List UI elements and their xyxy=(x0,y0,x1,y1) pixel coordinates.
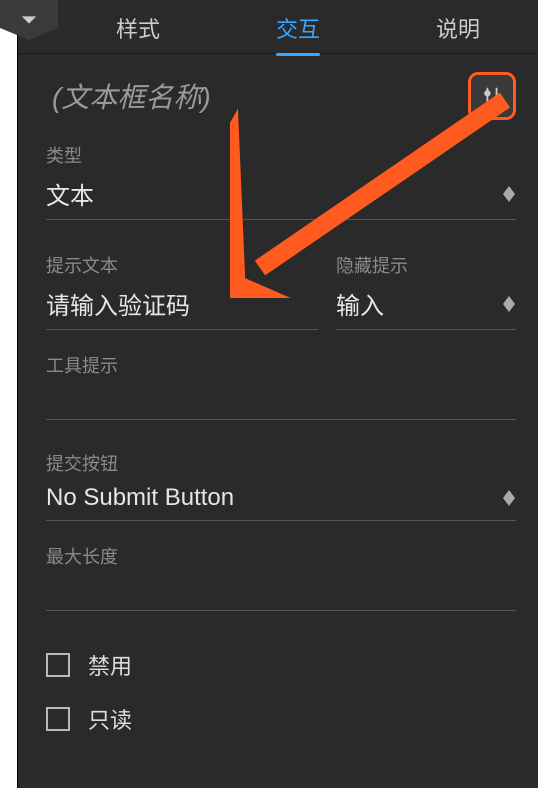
hide-hint-select[interactable]: 输入 xyxy=(336,280,516,330)
chevron-down-icon xyxy=(20,14,38,26)
hint-text-value: 请输入验证码 xyxy=(46,286,190,321)
properties-toggle-button[interactable] xyxy=(468,72,516,120)
hide-hint-value: 输入 xyxy=(336,286,384,321)
checkbox-box xyxy=(46,653,70,677)
type-select[interactable]: 文本 xyxy=(46,170,516,220)
submit-value: No Submit Button xyxy=(46,484,234,512)
canvas-gutter xyxy=(0,0,18,788)
type-value: 文本 xyxy=(46,176,94,211)
submit-select[interactable]: No Submit Button xyxy=(46,478,516,521)
tab-interaction[interactable]: 交互 xyxy=(256,0,340,54)
label-hide-hint: 隐藏提示 xyxy=(336,252,516,278)
disabled-label: 禁用 xyxy=(88,649,132,681)
label-tooltip: 工具提示 xyxy=(46,352,516,378)
tab-notes[interactable]: 说明 xyxy=(416,0,500,54)
sliders-icon xyxy=(481,85,503,107)
readonly-label: 只读 xyxy=(88,703,132,735)
inspector-panel: 样式 交互 说明 (文本框名称) 类型 文本 提示文本 xyxy=(18,0,538,788)
readonly-checkbox[interactable]: 只读 xyxy=(46,703,516,735)
widget-name-placeholder[interactable]: (文本框名称) xyxy=(52,76,211,116)
label-type: 类型 xyxy=(46,142,516,168)
label-maxlen: 最大长度 xyxy=(46,543,516,569)
hint-text-input[interactable]: 请输入验证码 xyxy=(46,280,318,330)
tooltip-input[interactable] xyxy=(46,380,516,420)
title-row: (文本框名称) xyxy=(18,54,538,132)
updown-icon xyxy=(502,186,516,202)
updown-icon xyxy=(502,490,516,506)
maxlen-input[interactable] xyxy=(46,571,516,611)
label-submit: 提交按钮 xyxy=(46,450,516,476)
tab-style[interactable]: 样式 xyxy=(96,0,180,54)
disabled-checkbox[interactable]: 禁用 xyxy=(46,649,516,681)
label-hint-text: 提示文本 xyxy=(46,252,318,278)
tab-bar: 样式 交互 说明 xyxy=(18,0,538,54)
checkbox-box xyxy=(46,707,70,731)
updown-icon xyxy=(502,296,516,312)
